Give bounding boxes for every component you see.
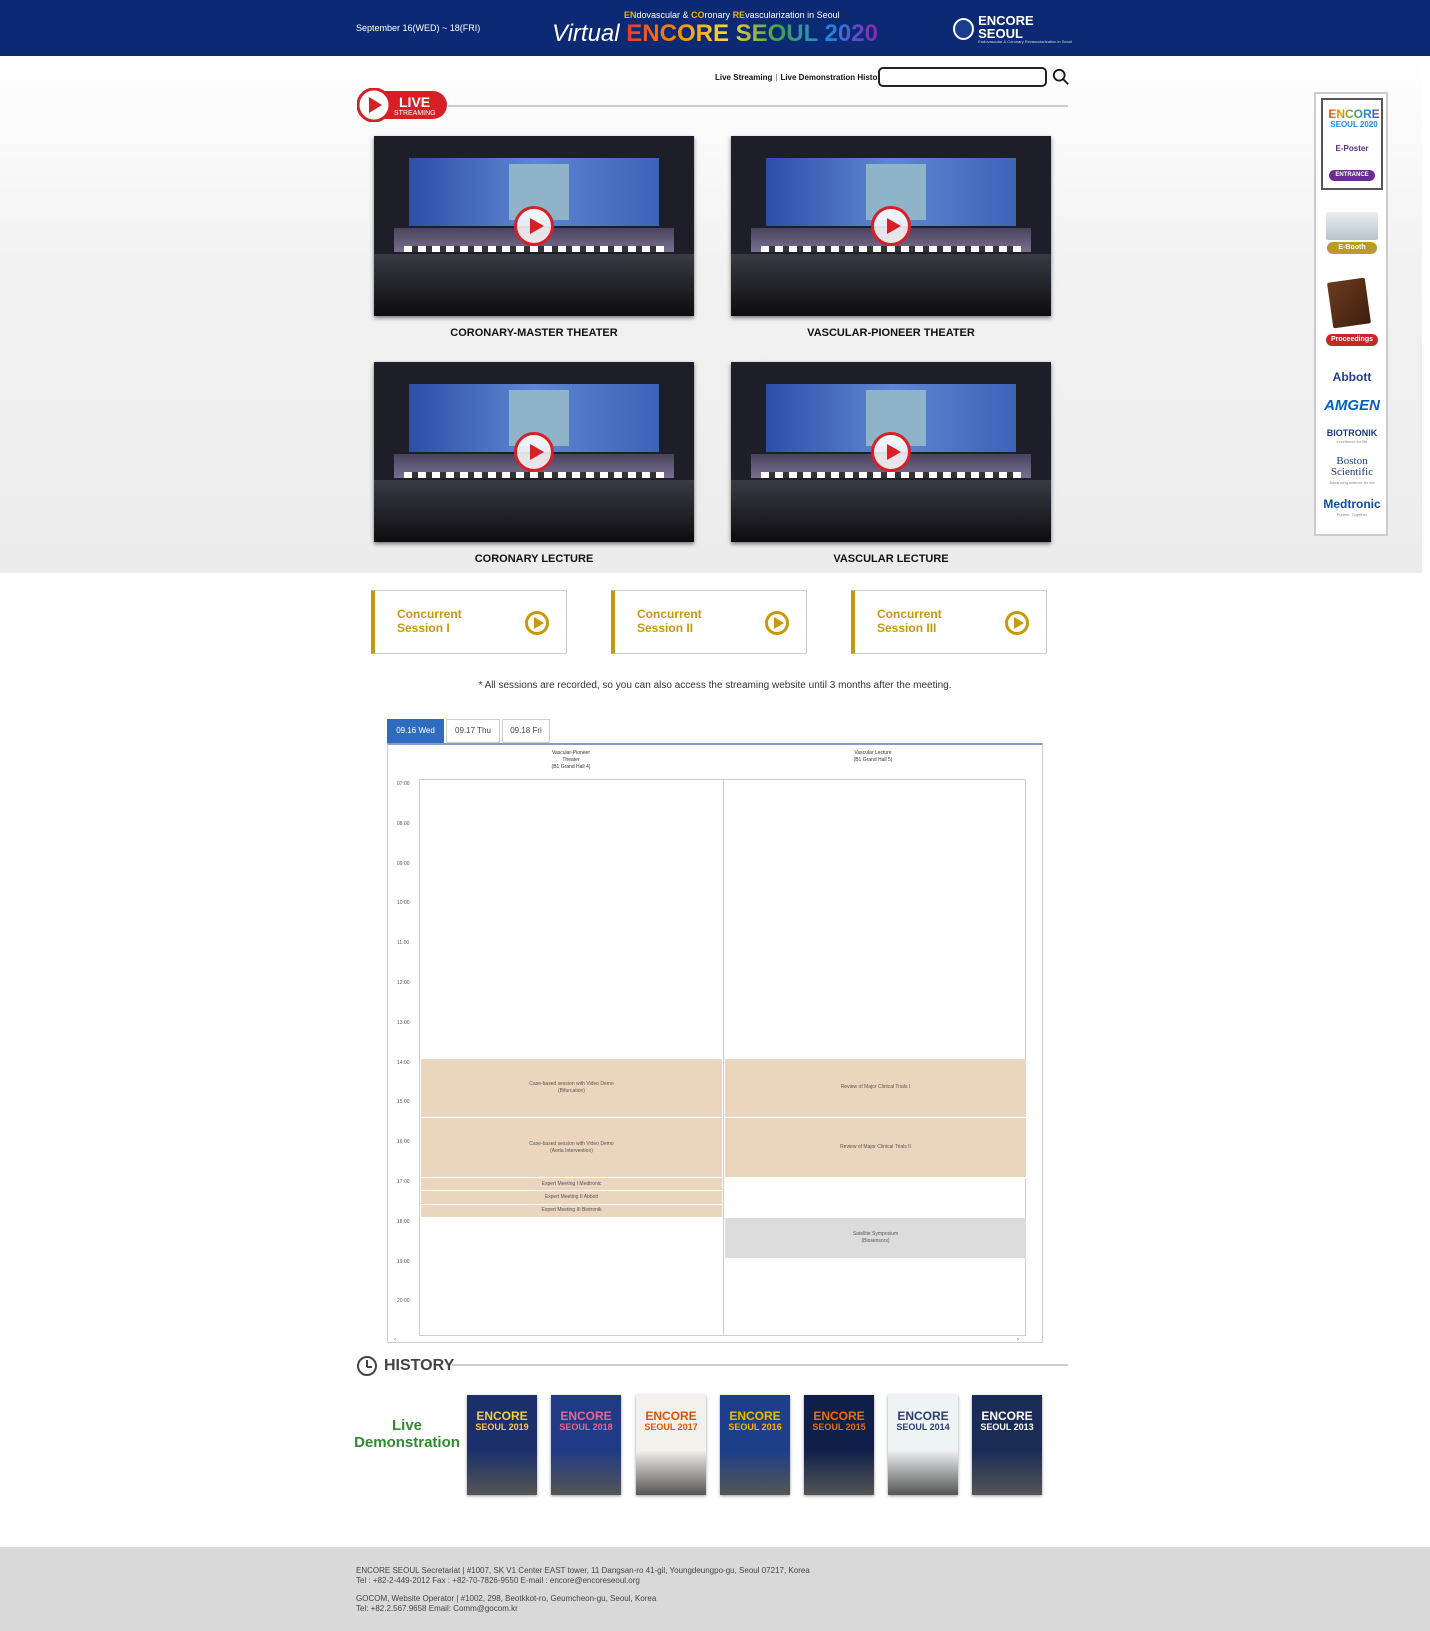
scroll-left-arrow[interactable]: ‹ xyxy=(394,1337,396,1343)
recording-notice: * All sessions are recorded, so you can … xyxy=(478,680,952,691)
eposter-entrance-card[interactable]: ENCORE SEOUL 2020 E-Poster ENTRANCE xyxy=(1321,98,1383,190)
footer-contact: Tel : +82-2-449-2012 Fax : +82-70-7826-9… xyxy=(356,1576,640,1585)
site-header: September 16(WED) ~ 18(FRI) ENdovascular… xyxy=(0,0,1430,56)
history-title: HISTORY xyxy=(384,1357,455,1374)
time-label: 13:00 xyxy=(397,1019,410,1026)
play-icon[interactable] xyxy=(514,206,554,246)
footer-operator-contact: Tel: +82.2.567.9658 Email: Comm@gocom.kr xyxy=(356,1604,518,1613)
schedule-event[interactable]: Expert Meeting I Medtronic xyxy=(421,1178,722,1192)
schedule-event[interactable]: Expert Meeting III Biotronik xyxy=(421,1204,722,1218)
ebooth-icon[interactable] xyxy=(1326,212,1378,240)
entrance-button[interactable]: ENTRANCE xyxy=(1329,170,1375,181)
sponsor-medtronic[interactable]: Medtronic xyxy=(1318,497,1386,511)
live-badge-subtext: STREAMING xyxy=(394,110,436,117)
play-circle-icon xyxy=(525,611,549,635)
clock-icon xyxy=(357,1356,377,1376)
tab-0918-fri[interactable]: 09.18 Fri xyxy=(502,719,550,743)
sponsor-biotronik[interactable]: BIOTRONIK xyxy=(1318,428,1386,438)
event-tagline: ENdovascular & COronary REvascularizatio… xyxy=(624,10,840,20)
scroll-right-arrow[interactable]: › xyxy=(1017,1337,1019,1343)
footer-operator: GOCOM, Website Operator | #1002, 298, Be… xyxy=(356,1594,657,1603)
schedule-grid: Case-based session with Video Demo (Bifur… xyxy=(419,779,1026,1336)
history-poster[interactable]: ENCORE SEOUL 2014 xyxy=(888,1395,958,1495)
schedule-event[interactable]: Review of Major Clinical Trials I xyxy=(725,1058,1026,1119)
tab-0916-wed[interactable]: 09.16 Wed xyxy=(387,719,444,743)
video-coronary-lecture[interactable] xyxy=(374,362,694,542)
logo-emblem-icon xyxy=(953,18,975,40)
concurrent-session-3-button[interactable]: Concurrent Session III xyxy=(851,590,1047,654)
section-divider xyxy=(448,105,1068,107)
live-badge-text: LIVE xyxy=(399,94,430,110)
search-icon[interactable] xyxy=(1052,68,1070,86)
concurrent-session-2-button[interactable]: Concurrent Session II xyxy=(611,590,807,654)
top-nav: Live Streaming | Live Demonstration Histor… xyxy=(715,73,885,82)
site-footer: ENCORE SEOUL Secretariat | #1007, SK V1 … xyxy=(0,1547,1430,1631)
sponsor-abbott[interactable]: Abbott xyxy=(1318,370,1386,384)
column-header-vascular-pioneer: Vascular-Pioneer Theater (B1 Grand Hall 4) xyxy=(551,750,591,770)
time-label: 08:00 xyxy=(397,820,410,827)
history-poster[interactable]: ENCORE SEOUL 2017 xyxy=(636,1395,706,1495)
time-label: 11:00 xyxy=(397,940,410,947)
time-label: 20:00 xyxy=(397,1298,410,1305)
video-label: CORONARY-MASTER THEATER xyxy=(450,327,618,339)
main-background xyxy=(0,56,1422,573)
schedule-event[interactable]: Satellite Symposium (Biosensors) xyxy=(725,1217,1026,1258)
section-divider xyxy=(452,1364,1068,1366)
schedule-timetable: Vascular-Pioneer Theater (B1 Grand Hall 4)… xyxy=(387,743,1043,1343)
sponsor-boston-scientific[interactable]: Boston Scientific xyxy=(1318,456,1386,478)
time-label: 18:00 xyxy=(397,1218,410,1225)
play-circle-icon xyxy=(1005,611,1029,635)
history-poster[interactable]: ENCORE SEOUL 2016 xyxy=(720,1395,790,1495)
time-label: 12:00 xyxy=(397,980,410,986)
time-label: 16:00 xyxy=(397,1139,410,1146)
video-vascular-pioneer-theater[interactable] xyxy=(731,136,1051,316)
time-label: 15:00 xyxy=(397,1099,410,1106)
concurrent-session-1-button[interactable]: Concurrent Session I xyxy=(371,590,567,654)
video-vascular-lecture[interactable] xyxy=(731,362,1051,542)
schedule-event[interactable]: Expert Meeting II Abbott xyxy=(421,1191,722,1205)
time-label: 10:00 xyxy=(397,900,410,907)
site-title: Virtual ENCORE SEOUL 2020 xyxy=(552,20,878,47)
schedule-event[interactable]: Case-based session with Video Demo (Aorta… xyxy=(421,1118,722,1178)
footer-secretariat: ENCORE SEOUL Secretariat | #1007, SK V1 … xyxy=(356,1566,810,1575)
video-label: CORONARY LECTURE xyxy=(474,553,594,565)
play-icon[interactable] xyxy=(871,432,911,472)
play-icon[interactable] xyxy=(871,206,911,246)
ebooth-button[interactable]: E-Booth xyxy=(1327,242,1377,254)
history-poster[interactable]: ENCORE SEOUL 2018 xyxy=(551,1395,621,1495)
event-dates: September 16(WED) ~ 18(FRI) xyxy=(356,23,481,33)
schedule-event[interactable]: Review of Major Clinical Trials II xyxy=(725,1118,1026,1178)
time-label: 14:00 xyxy=(397,1059,410,1066)
proceedings-button[interactable]: Proceedings xyxy=(1326,334,1378,346)
column-header-vascular-lecture: Vascular Lecture (B1 Grand Hall 5) xyxy=(853,750,893,763)
tab-0917-thu[interactable]: 09.17 Thu xyxy=(446,719,500,743)
play-icon[interactable] xyxy=(514,432,554,472)
history-poster[interactable]: ENCORE SEOUL 2013 xyxy=(972,1395,1042,1495)
schedule-event[interactable]: Case-based session with Video Demo (Bifur… xyxy=(421,1058,722,1119)
encore-seoul-logo[interactable]: ENCORE SEOUL Endovascular & Coronary Reva… xyxy=(953,14,1077,44)
quick-links-sidebar: ENCORE SEOUL 2020 E-Poster ENTRANCE E-Bo… xyxy=(1314,92,1388,536)
live-demonstration-label: Live Demonstration xyxy=(354,1417,460,1451)
proceedings-book-icon[interactable] xyxy=(1326,277,1372,329)
time-label: 09:00 xyxy=(397,860,410,867)
history-poster[interactable]: ENCORE SEOUL 2015 xyxy=(804,1395,874,1495)
history-poster[interactable]: ENCORE SEOUL 2019 xyxy=(467,1395,537,1495)
video-label: VASCULAR LECTURE xyxy=(833,553,949,565)
time-label: 17:00 xyxy=(397,1179,410,1185)
play-circle-icon xyxy=(765,611,789,635)
nav-live-streaming-link[interactable]: Live Streaming xyxy=(715,73,772,82)
video-coronary-master-theater[interactable] xyxy=(374,136,694,316)
sponsor-amgen[interactable]: AMGEN xyxy=(1318,397,1386,414)
time-label: 19:00 xyxy=(397,1258,410,1265)
search-input[interactable] xyxy=(878,67,1047,87)
video-label: VASCULAR-PIONEER THEATER xyxy=(807,327,975,339)
time-label: 07:00 xyxy=(397,781,410,787)
nav-live-demo-history-link[interactable]: Live Demonstration History xyxy=(780,73,884,82)
live-streaming-badge: LIVE STREAMING xyxy=(357,88,447,122)
